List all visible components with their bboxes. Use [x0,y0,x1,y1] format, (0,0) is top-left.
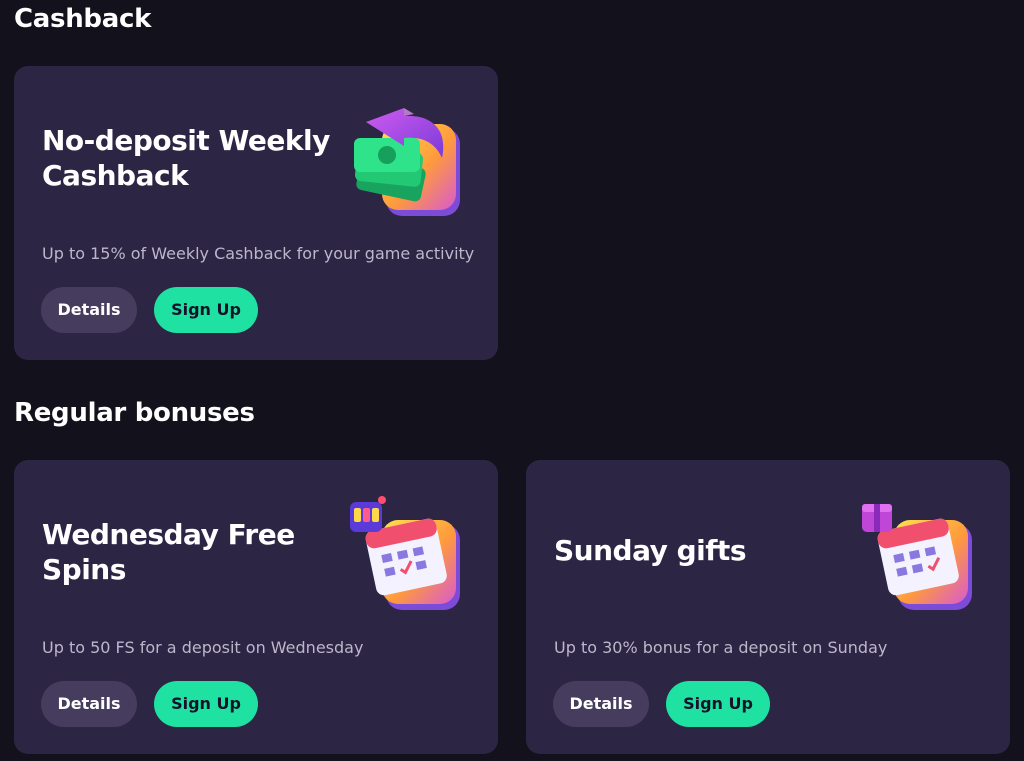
cashback-money-arrow-icon [344,100,474,230]
sign-up-button[interactable]: Sign Up [154,681,258,727]
section-title-cashback: Cashback [14,4,152,34]
bonus-card-weekly-cashback: No-deposit Weekly Cashback Up to 15% of … [14,66,498,360]
card-description: Up to 15% of Weekly Cashback for your ga… [42,244,475,263]
bonus-card-wednesday-free-spins: Wednesday Free Spins Up to 50 FS for a d… [14,460,498,754]
bonus-card-sunday-gifts: Sunday gifts Up to 30% bonus for a depos… [526,460,1010,754]
sign-up-button[interactable]: Sign Up [666,681,770,727]
card-description: Up to 50 FS for a deposit on Wednesday [42,638,364,657]
card-description: Up to 30% bonus for a deposit on Sunday [554,638,888,657]
calendar-gift-icon [856,494,986,624]
card-title: Wednesday Free Spins [42,518,295,586]
details-button[interactable]: Details [553,681,649,727]
details-button[interactable]: Details [41,287,137,333]
card-title: No-deposit Weekly Cashback [42,124,330,192]
details-button[interactable]: Details [41,681,137,727]
section-title-regular-bonuses: Regular bonuses [14,398,255,428]
calendar-slot-machine-icon [344,494,474,624]
sign-up-button[interactable]: Sign Up [154,287,258,333]
card-title: Sunday gifts [554,534,746,567]
